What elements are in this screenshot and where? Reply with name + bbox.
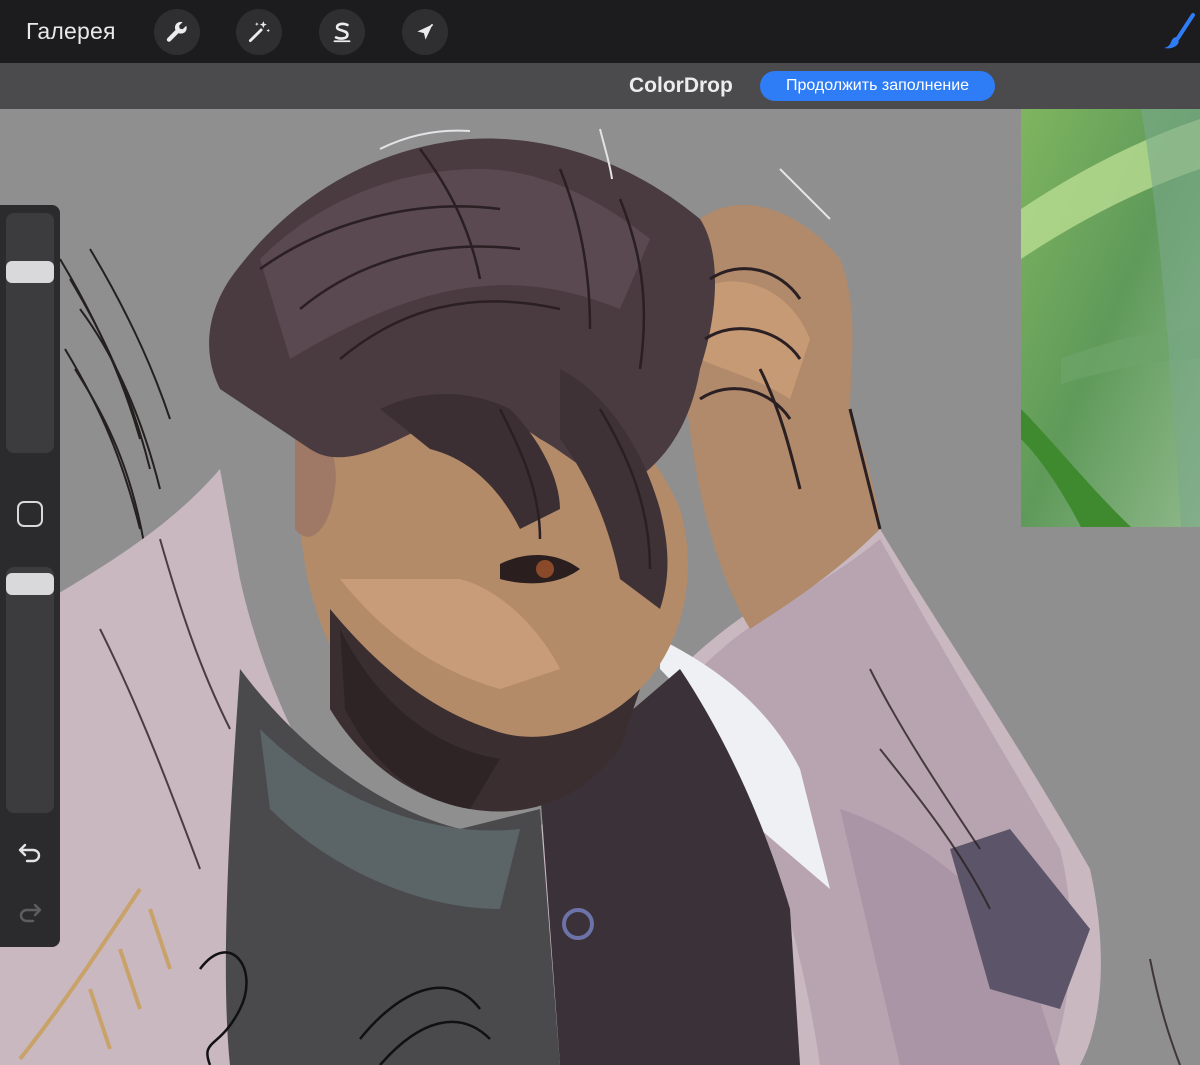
opacity-slider[interactable] xyxy=(6,567,54,813)
undo-icon xyxy=(18,843,41,863)
top-toolbar: Галерея xyxy=(0,0,1200,63)
colordrop-banner: ColorDrop Продолжить заполнение xyxy=(0,63,1200,109)
selection-s-icon xyxy=(333,22,351,43)
transform-button[interactable] xyxy=(402,9,448,55)
drawing-canvas[interactable] xyxy=(0,109,1200,1065)
wrench-icon xyxy=(166,21,187,42)
redo-icon xyxy=(19,903,42,923)
reference-image xyxy=(1021,109,1200,527)
gallery-button[interactable]: Галерея xyxy=(26,18,116,45)
square-outline-icon[interactable] xyxy=(17,501,43,527)
brush-size-slider-thumb[interactable] xyxy=(6,261,54,283)
reference-image-panel[interactable] xyxy=(1021,109,1200,527)
colordrop-title: ColorDrop xyxy=(629,74,733,97)
adjustments-button[interactable] xyxy=(236,9,282,55)
opacity-slider-thumb[interactable] xyxy=(6,573,54,595)
continue-fill-button[interactable]: Продолжить заполнение xyxy=(760,71,995,101)
artwork xyxy=(0,128,1181,1065)
actions-button[interactable] xyxy=(154,9,200,55)
magic-wand-icon xyxy=(248,21,271,43)
selection-button[interactable] xyxy=(319,9,365,55)
redo-button[interactable] xyxy=(16,897,44,925)
arrow-cursor-icon xyxy=(417,23,434,40)
brush-button[interactable] xyxy=(1160,12,1196,52)
undo-button[interactable] xyxy=(16,837,44,865)
brush-size-slider[interactable] xyxy=(6,213,54,453)
brush-icon xyxy=(1164,13,1195,49)
side-toolbar xyxy=(0,205,60,947)
